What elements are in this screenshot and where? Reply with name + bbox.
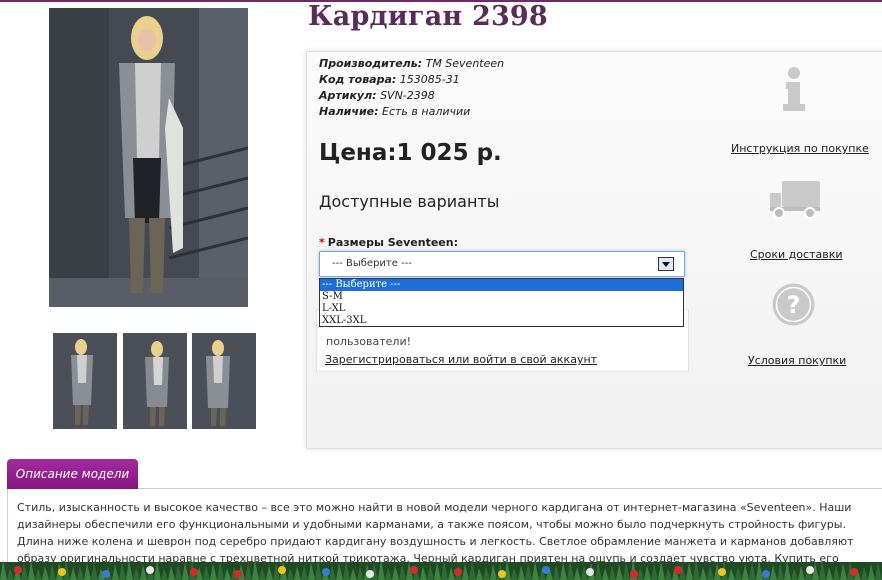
chevron-down-icon[interactable] (658, 257, 674, 271)
purchase-terms-link[interactable]: Условия покупки (748, 354, 846, 367)
spec-product-code: Код товара: 153085-31 (319, 73, 460, 86)
question-icon[interactable]: ? (771, 282, 816, 327)
svg-text:?: ? (787, 291, 801, 319)
product-main-photo[interactable] (49, 8, 248, 307)
variants-heading: Доступные варианты (319, 192, 500, 211)
spec-manufacturer: Производитель: TM Seventeen (319, 57, 505, 70)
size-select[interactable]: --- Выберите --- (319, 251, 685, 277)
size-option-label: * Размеры Seventeen: (319, 236, 458, 249)
dropdown-option[interactable]: L-XL (320, 303, 683, 315)
info-icon[interactable] (777, 66, 811, 112)
purchase-instruction-link[interactable]: Инструкция по покупке (731, 142, 869, 155)
tab-description[interactable]: Описание модели (7, 459, 138, 489)
notice-text: пользователи! (326, 335, 412, 348)
product-thumbnail[interactable] (53, 333, 117, 429)
product-price: Цена:1 025 р. (319, 140, 502, 166)
dropdown-option[interactable]: XXL-3XL (320, 315, 683, 327)
required-mark: * (319, 236, 325, 249)
delivery-time-link[interactable]: Сроки доставки (750, 248, 843, 261)
product-thumbnail[interactable] (123, 333, 187, 429)
spec-article: Артикул: SVN-2398 (319, 89, 435, 102)
product-title: Кардиган 2398 (308, 1, 548, 32)
dropdown-option[interactable]: S-M (320, 291, 683, 303)
product-thumbnail[interactable] (192, 333, 256, 429)
size-dropdown-list[interactable]: --- Выберите --- S-M L-XL XXL-3XL (319, 278, 684, 327)
spec-availability: Наличие: Есть в наличии (319, 105, 471, 118)
register-login-link[interactable]: Зарегистрироваться или войти в свой акка… (325, 353, 597, 366)
garland-decoration (0, 558, 882, 580)
dropdown-option[interactable]: --- Выберите --- (320, 279, 683, 291)
truck-icon[interactable] (768, 180, 822, 220)
size-select-value: --- Выберите --- (332, 258, 412, 269)
